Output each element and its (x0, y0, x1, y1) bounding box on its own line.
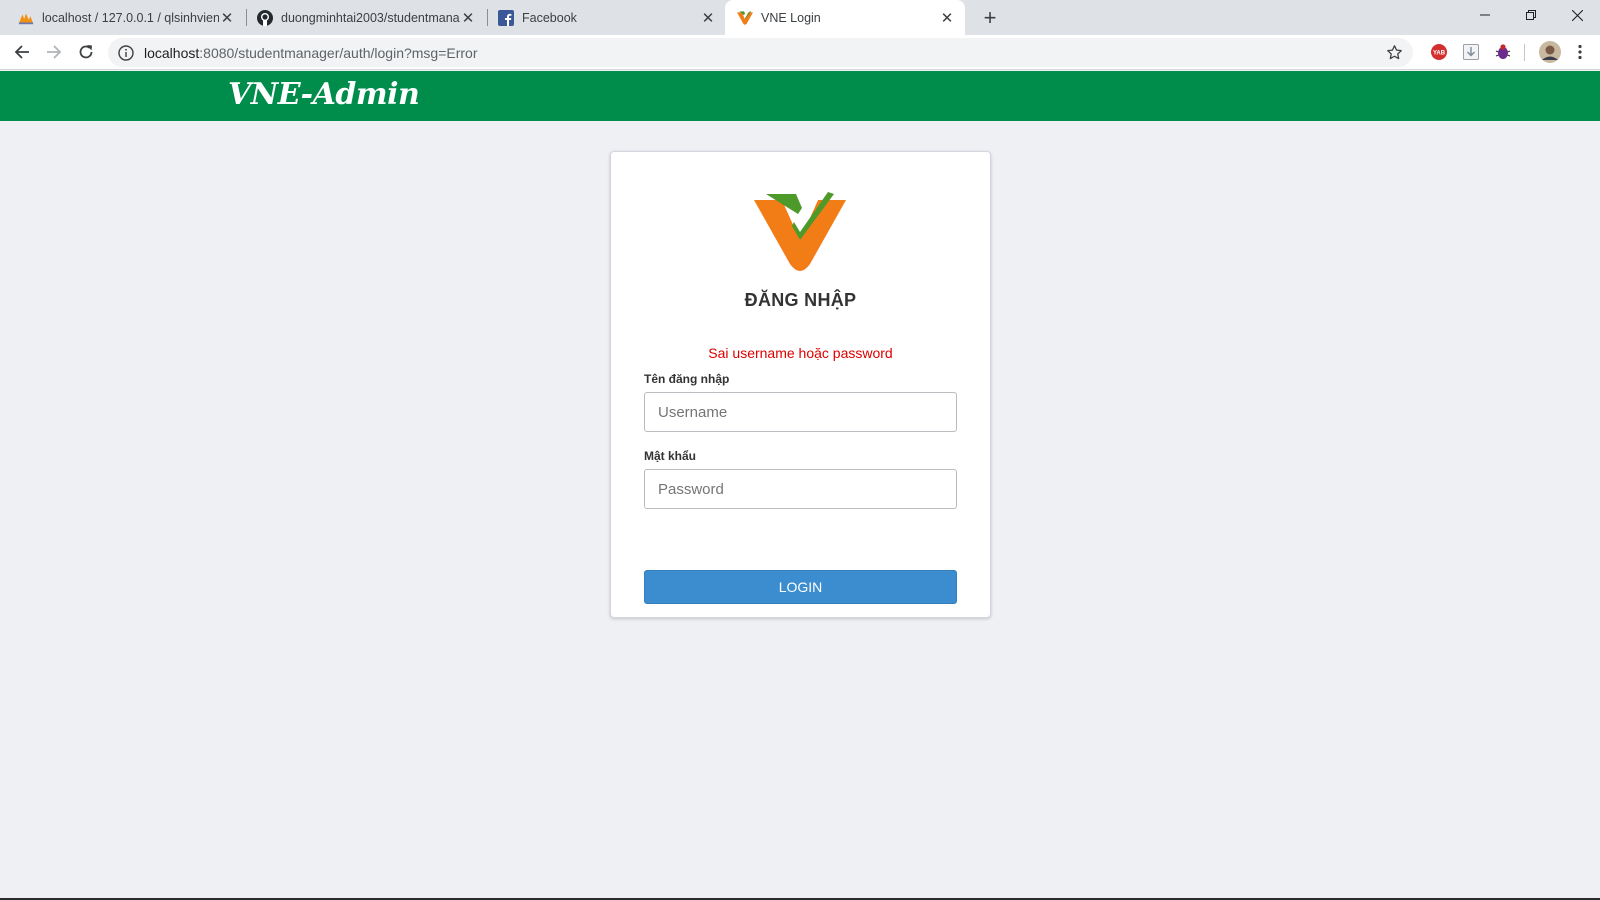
minimize-button[interactable] (1462, 0, 1508, 30)
arrow-left-icon (14, 45, 29, 59)
tab-title: localhost / 127.0.0.1 / qlsinhvien (42, 10, 219, 25)
browser-toolbar: localhost:8080/studentmanager/auth/login… (0, 35, 1600, 70)
phpmyadmin-icon (18, 10, 34, 26)
toolbar-separator (1524, 44, 1525, 61)
url-host: localhost (144, 44, 200, 61)
url-text[interactable]: localhost:8080/studentmanager/auth/login… (144, 45, 478, 61)
svg-text:YAB: YAB (1433, 51, 1446, 57)
profile-avatar[interactable] (1538, 40, 1562, 64)
tab-title: Facebook (522, 10, 577, 25)
restore-button[interactable] (1508, 0, 1554, 30)
password-input[interactable] (644, 469, 957, 509)
vne-logo (754, 192, 846, 271)
username-label: Tên đăng nhập (644, 372, 730, 386)
back-button[interactable] (8, 38, 36, 66)
reload-button[interactable] (72, 38, 100, 66)
vne-icon (737, 10, 753, 26)
bookmark-star-icon[interactable] (1386, 44, 1403, 61)
close-icon[interactable]: ✕ (700, 10, 716, 27)
browser-tab-github[interactable]: duongminhtai2003/studentmana ✕ (247, 0, 486, 35)
username-input[interactable] (644, 392, 957, 432)
bug-extension-icon[interactable] (1494, 43, 1512, 61)
new-tab-button[interactable]: + (978, 5, 1002, 30)
arrow-right-icon (47, 45, 62, 59)
address-bar[interactable]: localhost:8080/studentmanager/auth/login… (108, 38, 1413, 67)
facebook-icon (498, 9, 514, 26)
info-icon[interactable] (118, 44, 134, 61)
brand-logo-text[interactable]: VNE-Admin (228, 77, 420, 112)
url-path: :8080/studentmanager/auth/login?msg=Erro… (199, 44, 478, 61)
close-icon[interactable]: ✕ (219, 10, 235, 27)
tab-title: duongminhtai2003/studentmana (281, 10, 460, 25)
more-vertical-icon (1578, 44, 1582, 60)
tab-title: VNE Login (761, 10, 821, 25)
browser-tab-phpmyadmin[interactable]: localhost / 127.0.0.1 / qlsinhvien ✕ (0, 0, 245, 35)
window-close-button[interactable] (1554, 0, 1600, 30)
forward-button[interactable] (40, 38, 68, 66)
login-error-message: Sai username hoặc password (708, 345, 893, 361)
browser-tab-facebook[interactable]: Facebook ✕ (488, 0, 726, 35)
login-title: ĐĂNG NHẬP (744, 290, 857, 310)
admin-header: VNE-Admin (0, 71, 1600, 121)
browser-tab-strip: localhost / 127.0.0.1 / qlsinhvien ✕ duo… (0, 0, 1600, 35)
close-icon[interactable]: ✕ (939, 10, 955, 27)
browser-menu-button[interactable] (1566, 38, 1594, 66)
yab-extension-icon[interactable]: YAB (1430, 43, 1448, 61)
github-icon (257, 9, 273, 26)
browser-tab-vne-login[interactable]: VNE Login ✕ (725, 0, 965, 35)
login-card: ĐĂNG NHẬP Sai username hoặc password Tên… (610, 151, 991, 618)
close-icon[interactable]: ✕ (460, 10, 476, 27)
download-extension-icon[interactable] (1462, 43, 1480, 61)
reload-icon (79, 45, 93, 59)
password-label: Mật khẩu (644, 449, 697, 463)
login-button[interactable]: LOGIN (644, 570, 957, 604)
